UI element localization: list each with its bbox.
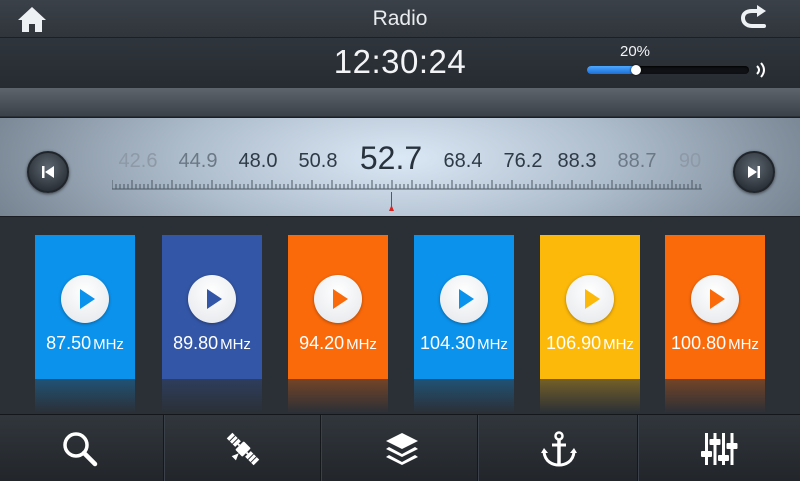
skip-previous-icon bbox=[42, 166, 54, 178]
preset-frequency: 94.20 MHz bbox=[299, 333, 377, 353]
bottom-toolbar bbox=[0, 414, 800, 481]
satellite-button[interactable] bbox=[165, 415, 320, 481]
frequency-label[interactable]: 90 bbox=[679, 150, 701, 173]
frequency-label[interactable]: 42.6 bbox=[119, 150, 158, 173]
skip-next-icon bbox=[748, 166, 760, 178]
active-frequency[interactable]: 52.7 bbox=[360, 140, 422, 177]
equalizer-icon bbox=[701, 433, 738, 465]
satellite-icon bbox=[226, 432, 260, 466]
frequency-label[interactable]: 76.2 bbox=[504, 150, 543, 173]
title-bar: Radio bbox=[0, 0, 800, 38]
anchor-button[interactable] bbox=[479, 415, 637, 481]
preset-tile[interactable]: 106.90 MHz bbox=[540, 235, 640, 379]
play-icon bbox=[459, 289, 474, 309]
preset-frequency: 87.50 MHz bbox=[46, 333, 124, 353]
frequency-label[interactable]: 88.3 bbox=[558, 150, 597, 173]
tile-reflection bbox=[665, 379, 765, 413]
tile-reflection bbox=[288, 379, 388, 413]
status-bar: 12:30:24 20% bbox=[0, 38, 800, 88]
anchor-icon bbox=[541, 431, 577, 467]
play-icon bbox=[207, 289, 222, 309]
separator-strip bbox=[0, 88, 800, 116]
back-button[interactable] bbox=[735, 4, 775, 32]
frequency-label[interactable]: 44.9 bbox=[179, 150, 218, 173]
preset-tile[interactable]: 87.50 MHz bbox=[35, 235, 135, 379]
frequency-scale bbox=[112, 180, 702, 190]
play-icon bbox=[80, 289, 95, 309]
preset-frequency: 104.30 MHz bbox=[420, 333, 508, 353]
page-title: Radio bbox=[372, 7, 428, 30]
play-button[interactable] bbox=[188, 275, 236, 323]
preset-frequency: 89.80 MHz bbox=[173, 333, 251, 353]
volume-slider[interactable] bbox=[587, 65, 749, 75]
previous-station-button[interactable] bbox=[27, 151, 69, 193]
layers-icon bbox=[386, 433, 418, 465]
equalizer-button[interactable] bbox=[639, 415, 800, 481]
tuning-needle bbox=[389, 192, 394, 211]
speaker-icon bbox=[756, 62, 765, 78]
clock: 12:30:24 bbox=[333, 43, 467, 80]
search-icon bbox=[63, 432, 98, 467]
preset-tile[interactable]: 94.20 MHz bbox=[288, 235, 388, 379]
preset-tile[interactable]: 89.80 MHz bbox=[162, 235, 262, 379]
frequency-label[interactable]: 50.8 bbox=[299, 150, 338, 173]
volume-percent: 20% bbox=[620, 43, 651, 60]
play-button[interactable] bbox=[61, 275, 109, 323]
play-icon bbox=[710, 289, 725, 309]
play-button[interactable] bbox=[566, 275, 614, 323]
back-arrow-icon bbox=[740, 5, 766, 28]
play-button[interactable] bbox=[314, 275, 362, 323]
preset-frequency: 100.80 MHz bbox=[671, 333, 759, 353]
frequency-label[interactable]: 48.0 bbox=[239, 150, 278, 173]
volume-fill bbox=[587, 66, 636, 74]
frequency-label[interactable]: 68.4 bbox=[444, 150, 483, 173]
play-icon bbox=[585, 289, 600, 309]
play-button[interactable] bbox=[691, 275, 739, 323]
preset-tile[interactable]: 100.80 MHz bbox=[665, 235, 765, 379]
volume-knob[interactable] bbox=[630, 65, 641, 75]
preset-tile[interactable]: 104.30 MHz bbox=[414, 235, 514, 379]
frequency-label[interactable]: 88.7 bbox=[618, 150, 657, 173]
play-button[interactable] bbox=[440, 275, 488, 323]
tile-reflection bbox=[35, 379, 135, 413]
tile-reflection bbox=[414, 379, 514, 413]
tile-reflection bbox=[162, 379, 262, 413]
layers-button[interactable] bbox=[322, 415, 477, 481]
tuner-dial[interactable]: 42.6 44.9 48.0 50.8 52.7 68.4 76.2 88.3 … bbox=[0, 117, 800, 217]
preset-frequency: 106.90 MHz bbox=[546, 333, 634, 353]
tile-reflection bbox=[540, 379, 640, 413]
play-icon bbox=[333, 289, 348, 309]
next-station-button[interactable] bbox=[733, 151, 775, 193]
search-button[interactable] bbox=[0, 415, 163, 481]
